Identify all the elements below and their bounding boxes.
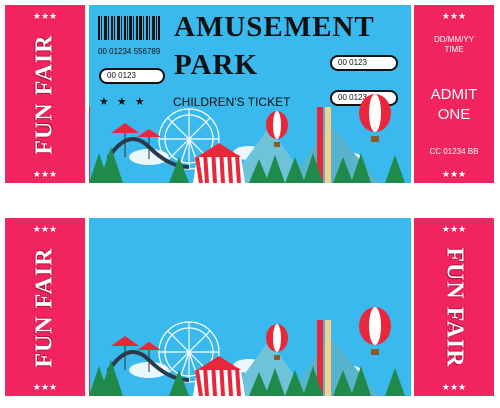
stars-row: ★★★: [32, 169, 58, 179]
stars-row: ★★★: [441, 382, 467, 392]
ticket-code: CC 01234 BB: [429, 147, 479, 156]
amusement-scene: [89, 307, 405, 396]
ticket-main-blank: [89, 218, 411, 396]
ticket-top: ★★★ FUN FAIR ★★★ 00 01234 556789 00 0123…: [0, 5, 500, 183]
ticket-number-field: 00 0123: [99, 68, 165, 84]
left-stub: ★★★ FUN FAIR ★★★: [5, 218, 85, 396]
stub-left-label: FUN FAIR: [31, 33, 58, 155]
stars-row: ★★★: [441, 11, 467, 21]
right-stub: ★★★ FUN FAIR ★★★: [414, 218, 494, 396]
admit-one-label: ADMIT ONE: [430, 86, 478, 123]
stub-left-label: FUN FAIR: [31, 246, 58, 368]
title-line1: AMUSEMENT: [174, 11, 375, 43]
stars-row: ★★★: [32, 382, 58, 392]
left-stub: ★★★ FUN FAIR ★★★: [5, 5, 85, 183]
right-stub: ★★★ DD/MM/YY TIME ADMIT ONE CC 01234 BB …: [414, 5, 494, 183]
title-line2: PARK: [174, 49, 259, 81]
hot-air-balloon-icon: [359, 307, 391, 355]
stub-right-label: FUN FAIR: [441, 246, 468, 368]
barcode-icon: [98, 16, 160, 40]
ticket-bottom: ★★★ FUN FAIR ★★★ ★★★ FUN FAIR ★★★: [0, 218, 500, 396]
ticket-number-field: 00 0123: [330, 55, 398, 71]
date-time: DD/MM/YY TIME: [434, 35, 474, 54]
barcode-number: 00 01234 556789: [98, 47, 161, 56]
hot-air-balloon-icon: [359, 94, 391, 142]
amusement-scene: [89, 94, 405, 183]
ticket-main: 00 01234 556789 00 0123 AMUSEMENT PARK C…: [89, 5, 411, 183]
stars-row: ★★★: [441, 169, 467, 179]
